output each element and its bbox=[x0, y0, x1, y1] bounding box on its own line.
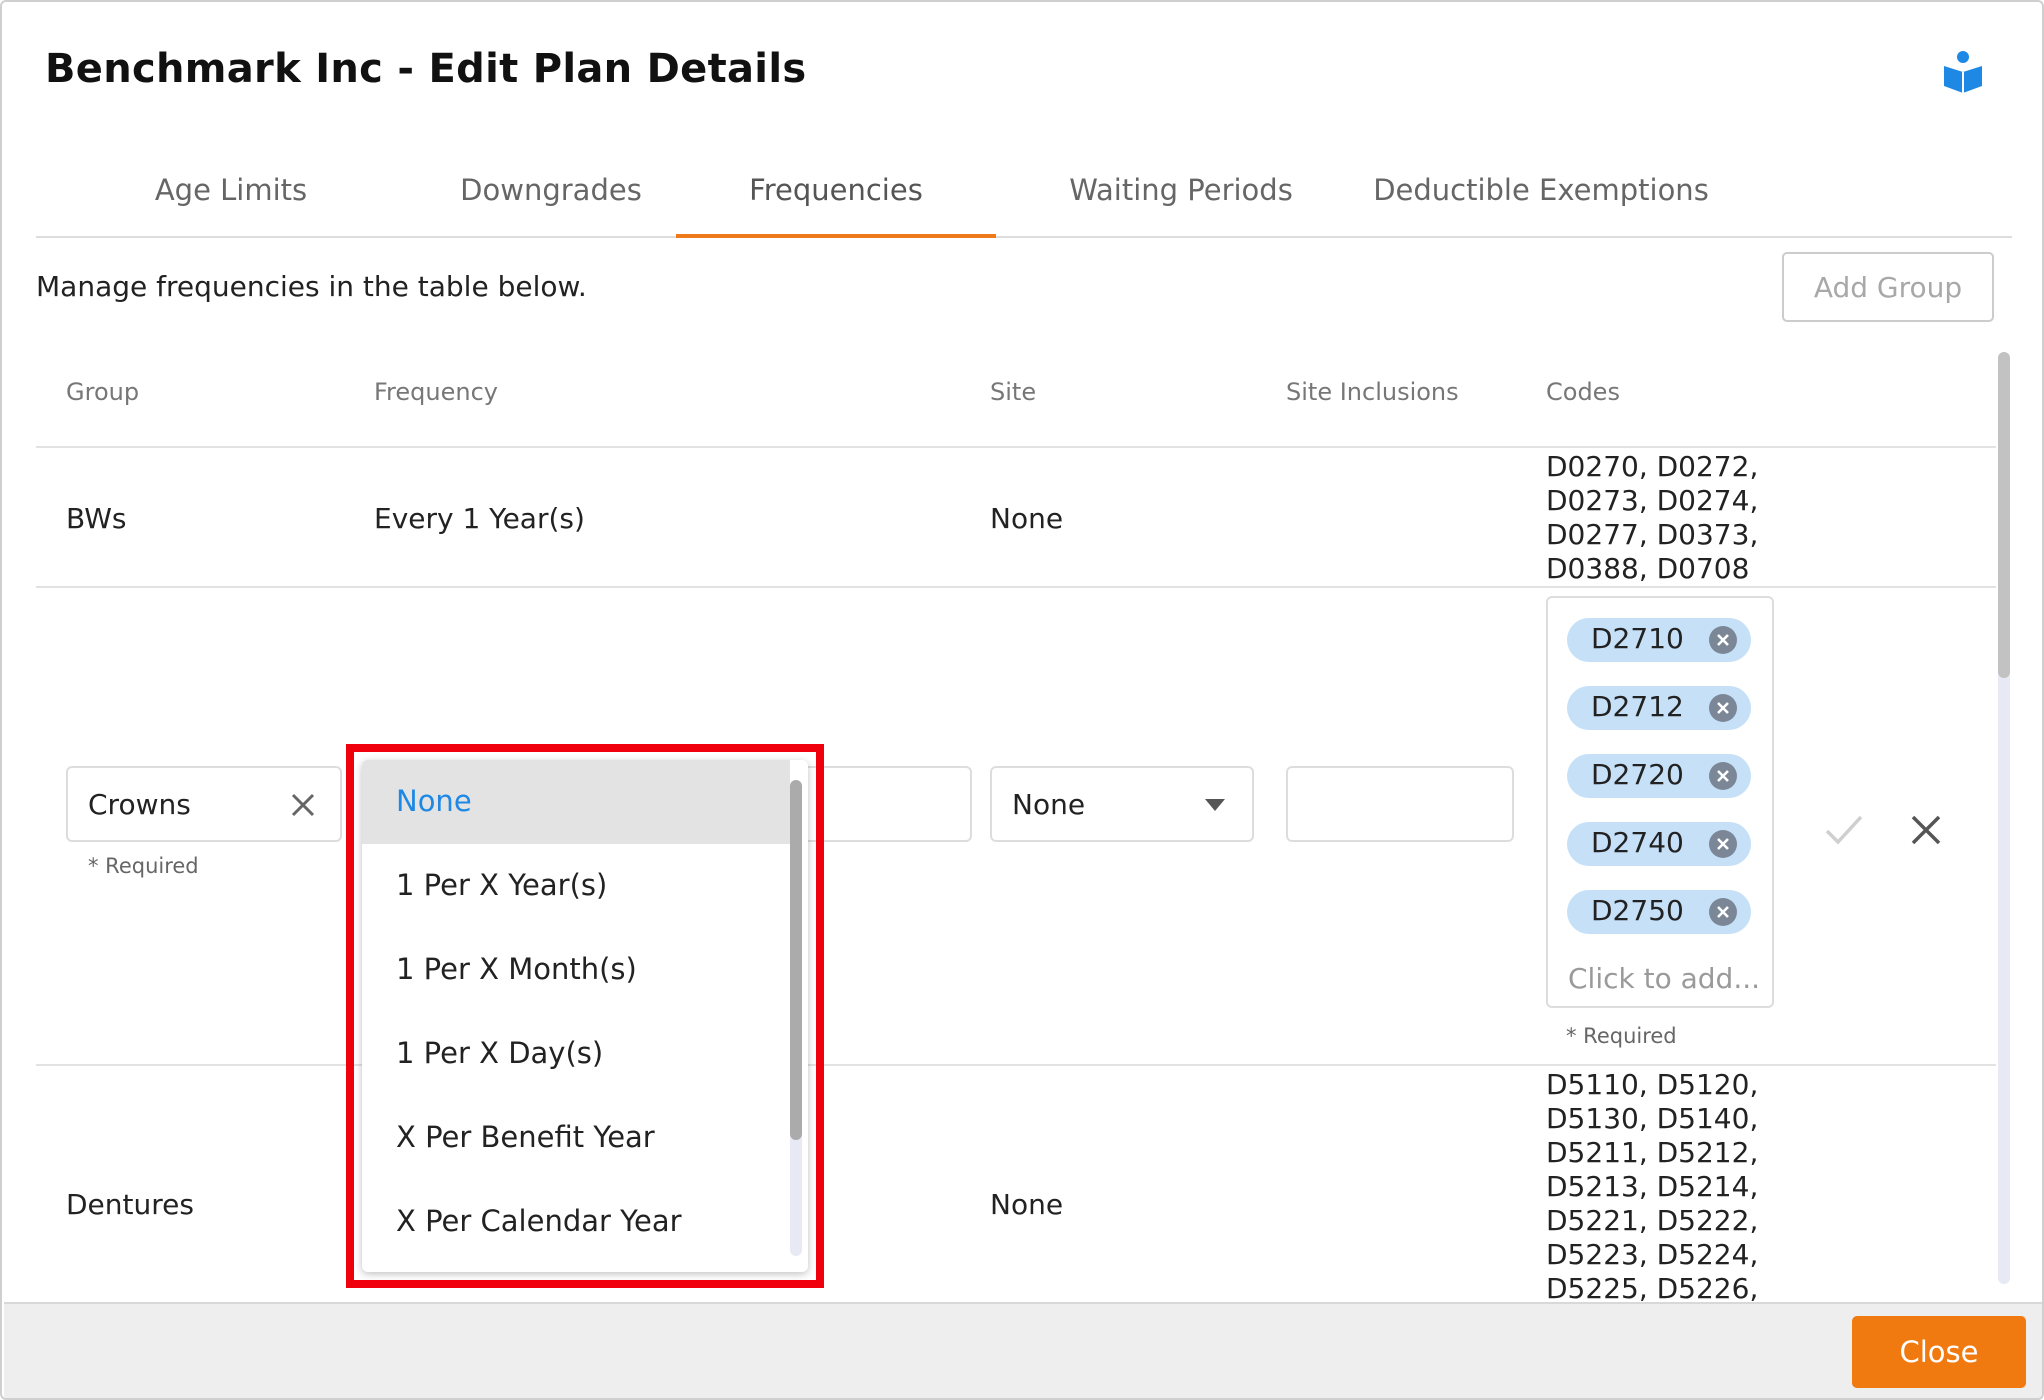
modal-footer bbox=[4, 1302, 2042, 1398]
codes-line: D5130, D5140, bbox=[1546, 1102, 1759, 1135]
frequency-cell: Every 1 Year(s) bbox=[374, 502, 585, 535]
clear-icon[interactable] bbox=[290, 792, 316, 818]
row-divider bbox=[36, 446, 1996, 448]
code-tag: D2710 bbox=[1567, 618, 1751, 662]
code-tag-label: D2740 bbox=[1591, 826, 1684, 859]
tag-remove-icon[interactable] bbox=[1709, 762, 1737, 790]
code-tag: D2712 bbox=[1567, 686, 1751, 730]
codes-line: D0388, D0708 bbox=[1546, 552, 1750, 585]
tag-remove-icon[interactable] bbox=[1709, 830, 1737, 858]
codes-line: D5213, D5214, bbox=[1546, 1170, 1759, 1203]
codes-tag-input[interactable]: D2710 D2712 D2720 D2740 D2750 Click to a… bbox=[1546, 596, 1774, 1008]
column-header-frequency: Frequency bbox=[374, 378, 498, 406]
codes-cell: D0270, D0272, D0273, D0274, D0277, D0373… bbox=[1546, 450, 1758, 586]
tab-bar: Age Limits Downgrades Frequencies Waitin… bbox=[36, 152, 2012, 238]
tab-frequencies[interactable]: Frequencies bbox=[676, 152, 996, 238]
modal-title: Benchmark Inc - Edit Plan Details bbox=[45, 46, 807, 92]
edit-plan-modal: Benchmark Inc - Edit Plan Details Age Li… bbox=[0, 0, 2044, 1400]
code-tag-label: D2710 bbox=[1591, 622, 1684, 655]
table-scrollbar-thumb[interactable] bbox=[1998, 352, 2010, 678]
codes-line: D5211, D5212, bbox=[1546, 1136, 1759, 1169]
tag-remove-icon[interactable] bbox=[1709, 626, 1737, 654]
row-divider bbox=[36, 586, 1996, 588]
codes-required-note: * Required bbox=[1566, 1024, 1677, 1048]
code-tag-label: D2750 bbox=[1591, 894, 1684, 927]
group-name-value: Crowns bbox=[88, 788, 191, 821]
code-tag: D2720 bbox=[1567, 754, 1751, 798]
site-select-value: None bbox=[1012, 788, 1086, 821]
site-cell: None bbox=[990, 1188, 1064, 1221]
code-tag-label: D2720 bbox=[1591, 758, 1684, 791]
codes-line: D5223, D5224, bbox=[1546, 1238, 1759, 1271]
site-select[interactable]: None bbox=[990, 766, 1254, 842]
codes-line: D5221, D5222, bbox=[1546, 1204, 1759, 1237]
add-group-button[interactable]: Add Group bbox=[1782, 252, 1994, 322]
tag-remove-icon[interactable] bbox=[1709, 898, 1737, 926]
help-book-icon[interactable] bbox=[1942, 50, 1984, 94]
check-icon[interactable] bbox=[1824, 812, 1864, 848]
codes-line: D0273, D0274, bbox=[1546, 484, 1759, 517]
site-inclusions-input[interactable] bbox=[1286, 766, 1514, 842]
close-button[interactable]: Close bbox=[1852, 1316, 2026, 1388]
codes-line: D0277, D0373, bbox=[1546, 518, 1759, 551]
group-name-input[interactable]: Crowns bbox=[66, 766, 342, 842]
column-header-codes: Codes bbox=[1546, 378, 1620, 406]
tab-age-limits[interactable]: Age Limits bbox=[66, 152, 396, 238]
close-icon[interactable] bbox=[1910, 814, 1942, 846]
tab-deductible-exemptions[interactable]: Deductible Exemptions bbox=[1341, 152, 1741, 238]
row-divider bbox=[36, 1064, 1996, 1066]
code-tag: D2740 bbox=[1567, 822, 1751, 866]
column-header-site: Site bbox=[990, 378, 1037, 406]
site-cell: None bbox=[990, 502, 1064, 535]
group-cell: Dentures bbox=[66, 1188, 194, 1221]
column-header-group: Group bbox=[66, 378, 140, 406]
instructions-text: Manage frequencies in the table below. bbox=[36, 270, 587, 303]
codes-line: D5110, D5120, bbox=[1546, 1068, 1759, 1101]
caret-down-icon bbox=[1205, 799, 1225, 811]
group-cell: BWs bbox=[66, 502, 127, 535]
codes-line: D0270, D0272, bbox=[1546, 450, 1759, 483]
tab-waiting-periods[interactable]: Waiting Periods bbox=[1021, 152, 1341, 238]
tab-downgrades[interactable]: Downgrades bbox=[386, 152, 716, 238]
codes-placeholder: Click to add... bbox=[1568, 962, 1761, 995]
code-tag: D2750 bbox=[1567, 890, 1751, 934]
codes-line: D5225, D5226, bbox=[1546, 1272, 1759, 1305]
group-required-note: * Required bbox=[88, 854, 199, 878]
tag-remove-icon[interactable] bbox=[1709, 694, 1737, 722]
codes-cell: D5110, D5120, D5130, D5140, D5211, D5212… bbox=[1546, 1068, 1758, 1306]
column-header-site-inclusions: Site Inclusions bbox=[1286, 378, 1459, 406]
highlight-box bbox=[346, 744, 824, 1288]
code-tag-label: D2712 bbox=[1591, 690, 1684, 723]
